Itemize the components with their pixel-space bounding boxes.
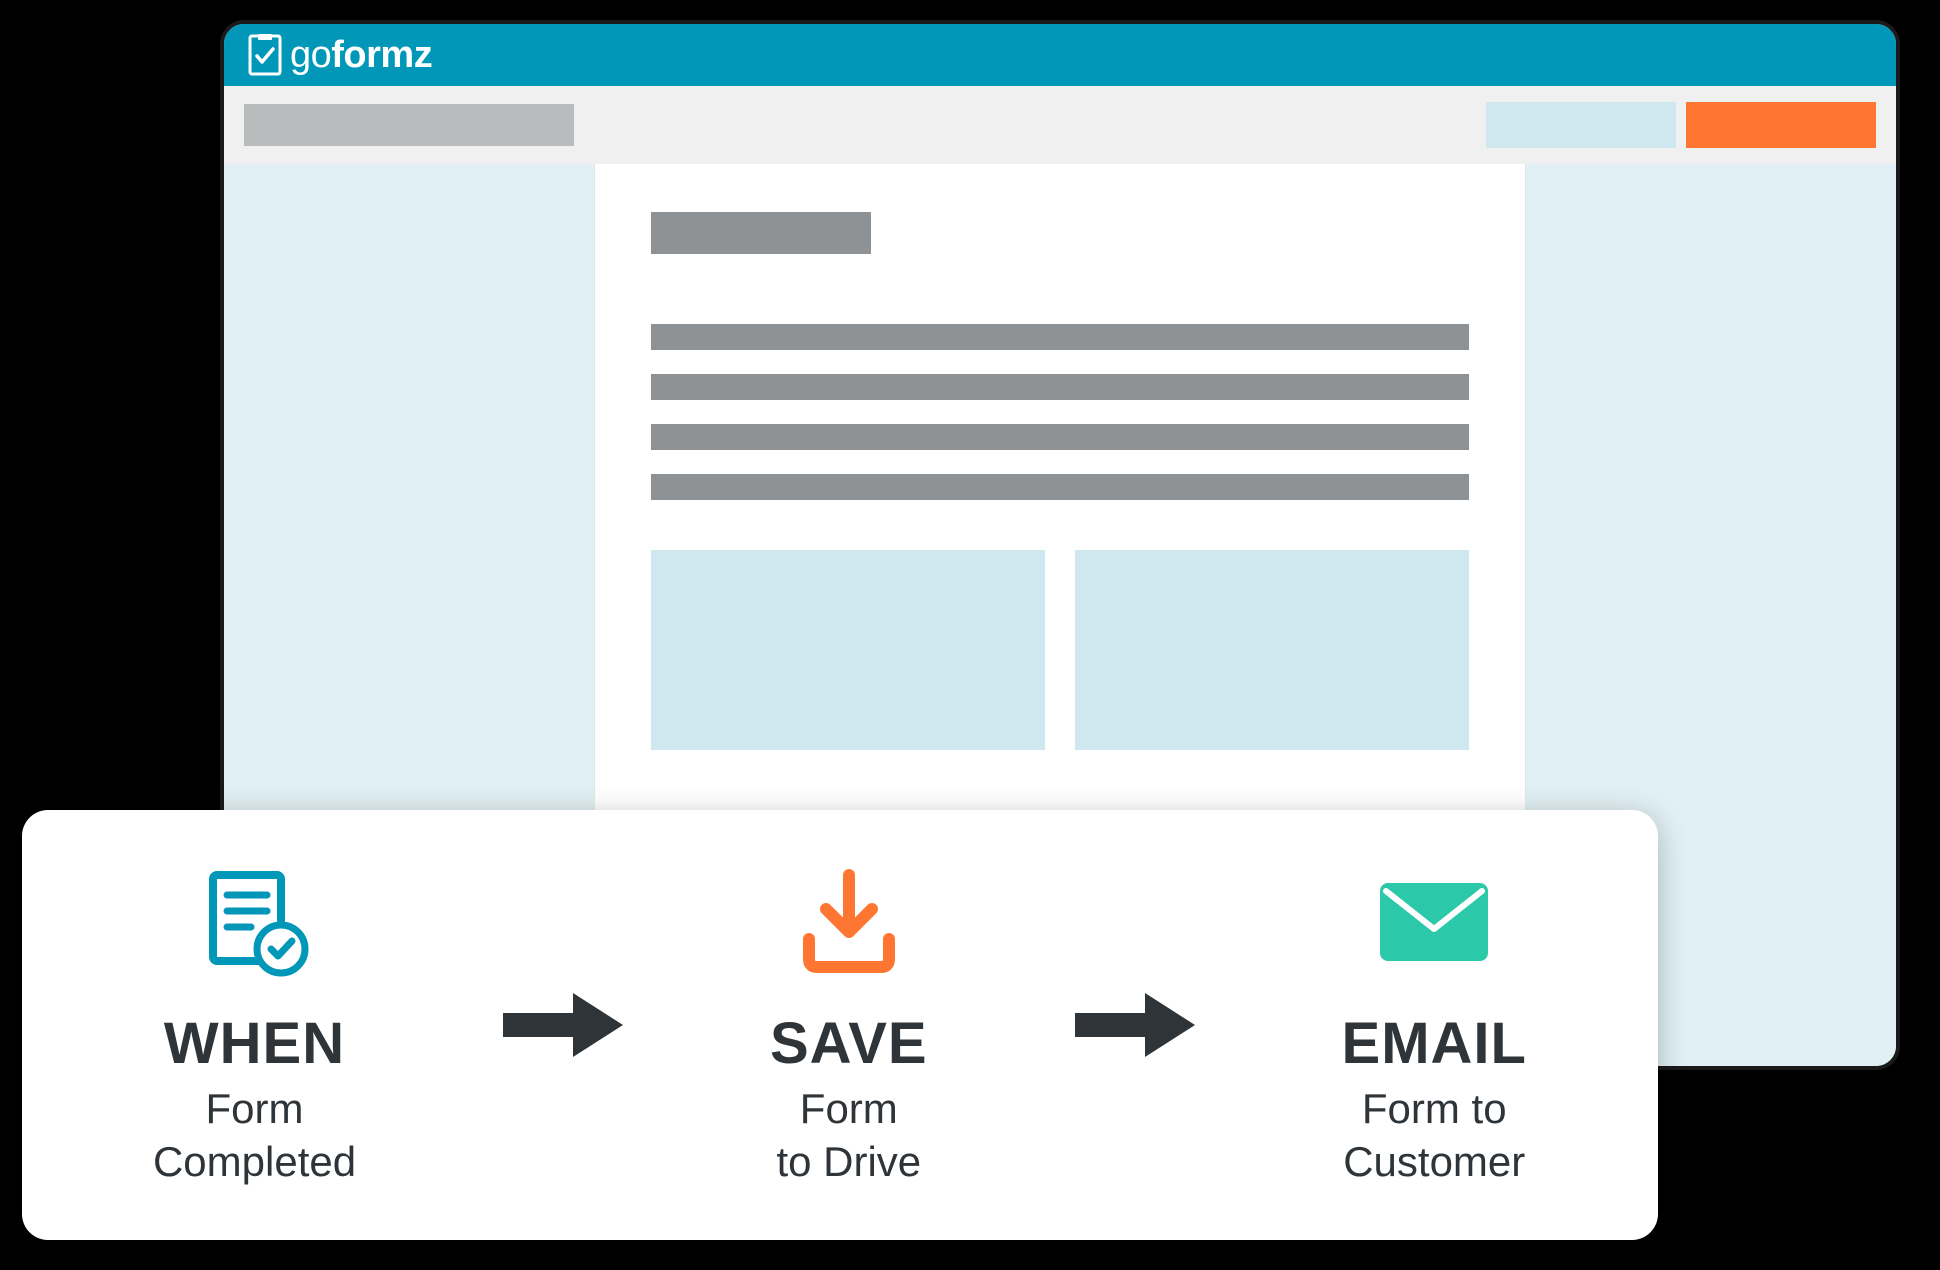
form-box-placeholder <box>651 550 1045 750</box>
step-title: EMAIL <box>1342 1010 1527 1077</box>
brand-name: goformz <box>290 34 432 77</box>
workflow-step-when: WHEN Form Completed <box>153 862 356 1188</box>
form-logo-icon <box>248 34 282 76</box>
workflow-card: WHEN Form Completed SAVE Form to Drive <box>22 810 1658 1240</box>
toolbar <box>224 86 1896 164</box>
workflow-step-email: EMAIL Form to Customer <box>1342 862 1527 1188</box>
arrow-icon <box>1070 985 1200 1065</box>
form-title-placeholder <box>651 212 871 254</box>
brand-logo: goformz <box>248 34 432 77</box>
arrow-icon <box>498 985 628 1065</box>
form-text-line <box>651 474 1469 500</box>
form-box-placeholder <box>1075 550 1469 750</box>
form-check-icon <box>195 862 315 982</box>
step-subtitle-line: Completed <box>153 1136 356 1189</box>
form-text-line <box>651 324 1469 350</box>
envelope-icon <box>1374 862 1494 982</box>
workflow-step-save: SAVE Form to Drive <box>770 862 928 1188</box>
step-title: WHEN <box>164 1010 345 1077</box>
toolbar-placeholder-left <box>244 104 574 146</box>
form-text-line <box>651 374 1469 400</box>
step-subtitle-line: to Drive <box>776 1136 921 1189</box>
brand-bar: goformz <box>224 24 1896 86</box>
step-subtitle-line: Customer <box>1343 1136 1525 1189</box>
step-subtitle-line: Form <box>800 1083 898 1136</box>
download-icon <box>794 862 904 982</box>
step-subtitle-line: Form to <box>1362 1083 1507 1136</box>
step-title: SAVE <box>770 1010 928 1077</box>
form-box-row <box>651 550 1469 750</box>
toolbar-button-primary[interactable] <box>1686 102 1876 148</box>
step-subtitle-line: Form <box>206 1083 304 1136</box>
toolbar-button-secondary[interactable] <box>1486 102 1676 148</box>
form-text-line <box>651 424 1469 450</box>
